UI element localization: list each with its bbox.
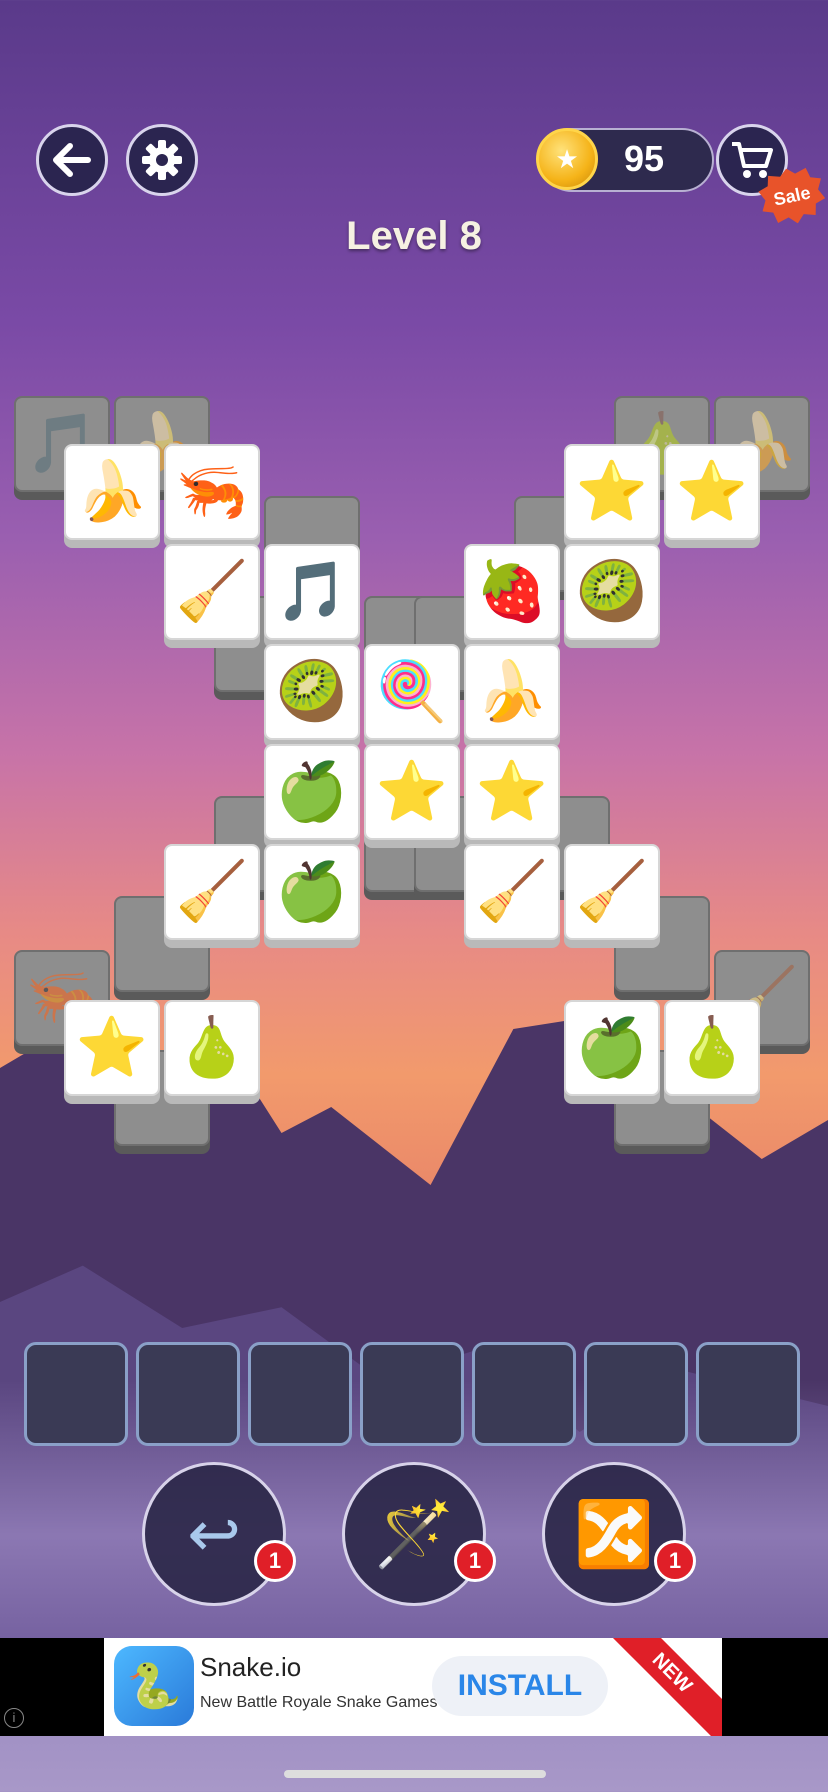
- tray-slot: [584, 1342, 688, 1446]
- star-icon: ⭐: [475, 759, 549, 824]
- tile-strawberry[interactable]: 🍓: [464, 544, 560, 640]
- shrimp-icon: 🦐: [175, 459, 249, 524]
- tile-broom[interactable]: 🧹: [164, 544, 260, 640]
- tile-star[interactable]: ⭐: [464, 744, 560, 840]
- tile-banana[interactable]: 🍌: [464, 644, 560, 740]
- shuffle-count-badge: 1: [654, 1540, 696, 1582]
- tile-star[interactable]: ⭐: [564, 444, 660, 540]
- star-icon: ⭐: [575, 459, 649, 524]
- ad-app-name: Snake.io: [200, 1652, 302, 1682]
- tile-green-apple[interactable]: 🍏: [564, 1000, 660, 1096]
- tray-slot: [24, 1342, 128, 1446]
- star-icon: ⭐: [375, 759, 449, 824]
- ad-tagline: New Battle Royale Snake Games: [200, 1694, 438, 1711]
- tray-slot: [248, 1342, 352, 1446]
- undo-arrow-icon: ↩: [187, 1497, 241, 1570]
- banana-icon: 🍌: [475, 659, 549, 724]
- green-apple-icon: 🍏: [575, 1015, 649, 1080]
- ad-install-button[interactable]: INSTALL: [432, 1656, 608, 1716]
- music-note-icon: 🎵: [275, 559, 349, 624]
- kiwi-icon: 🥝: [275, 659, 349, 724]
- broom-icon: 🧹: [575, 859, 649, 924]
- undo-count-badge: 1: [254, 1540, 296, 1582]
- broom-icon: 🧹: [175, 859, 249, 924]
- pear-icon: 🍐: [175, 1015, 249, 1080]
- tile-broom[interactable]: 🧹: [564, 844, 660, 940]
- tile-green-apple[interactable]: 🍏: [264, 844, 360, 940]
- shuffle-button[interactable]: 🔀: [542, 1462, 686, 1606]
- magic-wand-button[interactable]: 🪄: [342, 1462, 486, 1606]
- broom-icon: 🧹: [175, 559, 249, 624]
- pear-icon: 🍐: [675, 1015, 749, 1080]
- tile-star[interactable]: ⭐: [364, 744, 460, 840]
- tile-lollipop[interactable]: 🍭: [364, 644, 460, 740]
- tray-slot: [136, 1342, 240, 1446]
- tile-green-apple[interactable]: 🍏: [264, 744, 360, 840]
- tile-pear[interactable]: 🍐: [164, 1000, 260, 1096]
- tile-music-note[interactable]: 🎵: [264, 544, 360, 640]
- tile-banana[interactable]: 🍌: [64, 444, 160, 540]
- broom-icon: 🧹: [475, 859, 549, 924]
- home-indicator: [284, 1770, 546, 1778]
- tray-slot: [472, 1342, 576, 1446]
- undo-button[interactable]: ↩: [142, 1462, 286, 1606]
- strawberry-icon: 🍓: [475, 559, 549, 624]
- ad-info-icon[interactable]: i: [4, 1708, 24, 1728]
- green-apple-icon: 🍏: [275, 759, 349, 824]
- snake-app-icon: 🐍: [114, 1646, 194, 1726]
- tray-slot: [696, 1342, 800, 1446]
- green-apple-icon: 🍏: [275, 859, 349, 924]
- lollipop-icon: 🍭: [375, 659, 449, 724]
- tile-star[interactable]: ⭐: [64, 1000, 160, 1096]
- shuffle-icon: 🔀: [574, 1497, 654, 1570]
- star-icon: ⭐: [675, 459, 749, 524]
- tile-star[interactable]: ⭐: [664, 444, 760, 540]
- tile-shrimp[interactable]: 🦐: [164, 444, 260, 540]
- tile-pear[interactable]: 🍐: [664, 1000, 760, 1096]
- magic-wand-count-badge: 1: [454, 1540, 496, 1582]
- tray-slot: [360, 1342, 464, 1446]
- tile-broom[interactable]: 🧹: [464, 844, 560, 940]
- ad-banner[interactable]: 🐍 Snake.io New Battle Royale Snake Games…: [104, 1638, 722, 1736]
- tile-tray: [24, 1342, 804, 1448]
- star-icon: ⭐: [75, 1015, 149, 1080]
- tile-kiwi[interactable]: 🥝: [264, 644, 360, 740]
- tile-kiwi[interactable]: 🥝: [564, 544, 660, 640]
- banana-icon: 🍌: [75, 459, 149, 524]
- tile-broom[interactable]: 🧹: [164, 844, 260, 940]
- magic-wand-icon: 🪄: [374, 1497, 454, 1570]
- ad-new-ribbon: NEW: [603, 1638, 722, 1736]
- kiwi-icon: 🥝: [575, 559, 649, 624]
